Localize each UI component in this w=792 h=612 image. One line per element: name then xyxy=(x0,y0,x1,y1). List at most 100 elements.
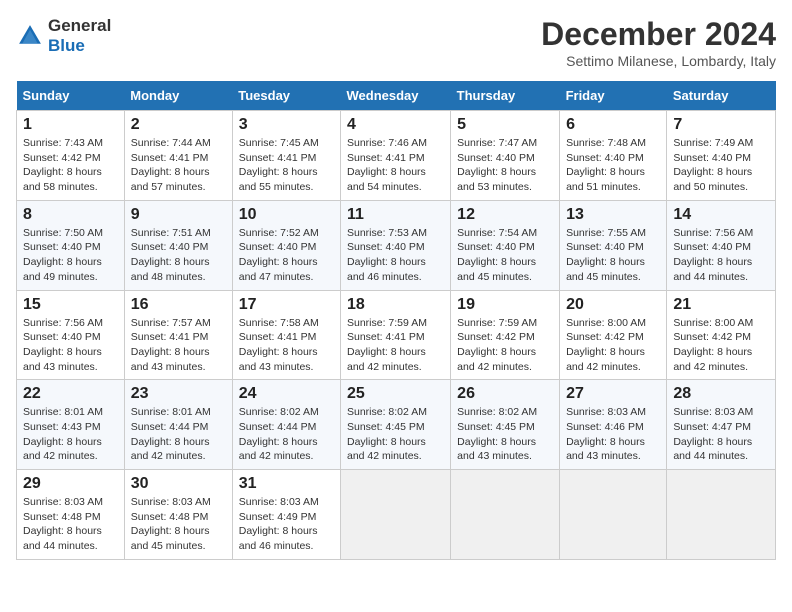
day-info: Sunrise: 7:52 AMSunset: 4:40 PMDaylight:… xyxy=(239,226,334,285)
calendar-cell: 31 Sunrise: 8:03 AMSunset: 4:49 PMDayligh… xyxy=(232,470,340,560)
day-number: 28 xyxy=(673,385,769,403)
month-title: December 2024 xyxy=(541,16,776,53)
day-number: 10 xyxy=(239,206,334,224)
day-info: Sunrise: 8:03 AMSunset: 4:48 PMDaylight:… xyxy=(131,495,226,554)
day-number: 21 xyxy=(673,296,769,314)
calendar-cell: 14Sunrise: 7:56 AMSunset: 4:40 PMDayligh… xyxy=(667,200,776,290)
day-info: Sunrise: 8:00 AMSunset: 4:42 PMDaylight:… xyxy=(673,316,769,375)
calendar-cell xyxy=(560,470,667,560)
day-number: 26 xyxy=(457,385,553,403)
calendar-cell: 16 Sunrise: 7:57 AMSunset: 4:41 PMDayligh… xyxy=(124,290,232,380)
day-number: 24 xyxy=(239,385,334,403)
day-info: Sunrise: 7:58 AMSunset: 4:41 PMDaylight:… xyxy=(239,316,334,375)
calendar-cell: 27 Sunrise: 8:03 AMSunset: 4:46 PMDayligh… xyxy=(560,380,667,470)
calendar-cell: 29 Sunrise: 8:03 AMSunset: 4:48 PMDayligh… xyxy=(17,470,125,560)
day-info: Sunrise: 7:48 AMSunset: 4:40 PMDaylight:… xyxy=(566,136,660,195)
calendar-cell: 22 Sunrise: 8:01 AMSunset: 4:43 PMDayligh… xyxy=(17,380,125,470)
page-header: General Blue December 2024 Settimo Milan… xyxy=(16,16,776,69)
day-number: 22 xyxy=(23,385,118,403)
day-number: 2 xyxy=(131,116,226,134)
day-info: Sunrise: 8:03 AMSunset: 4:47 PMDaylight:… xyxy=(673,405,769,464)
calendar-week-3: 15Sunrise: 7:56 AMSunset: 4:40 PMDayligh… xyxy=(17,290,776,380)
calendar-week-1: 1 Sunrise: 7:43 AMSunset: 4:42 PMDaylight… xyxy=(17,111,776,201)
header-sunday: Sunday xyxy=(17,81,125,111)
calendar-cell: 5 Sunrise: 7:47 AMSunset: 4:40 PMDaylight… xyxy=(451,111,560,201)
day-info: Sunrise: 7:47 AMSunset: 4:40 PMDaylight:… xyxy=(457,136,553,195)
day-number: 9 xyxy=(131,206,226,224)
calendar-week-4: 22 Sunrise: 8:01 AMSunset: 4:43 PMDayligh… xyxy=(17,380,776,470)
calendar-cell: 3 Sunrise: 7:45 AMSunset: 4:41 PMDaylight… xyxy=(232,111,340,201)
calendar-cell: 2 Sunrise: 7:44 AMSunset: 4:41 PMDaylight… xyxy=(124,111,232,201)
day-info: Sunrise: 8:00 AMSunset: 4:42 PMDaylight:… xyxy=(566,316,660,375)
day-info: Sunrise: 7:51 AMSunset: 4:40 PMDaylight:… xyxy=(131,226,226,285)
calendar-cell xyxy=(667,470,776,560)
day-info: Sunrise: 8:01 AMSunset: 4:44 PMDaylight:… xyxy=(131,405,226,464)
logo-text: General Blue xyxy=(48,16,111,56)
calendar-cell: 20Sunrise: 8:00 AMSunset: 4:42 PMDayligh… xyxy=(560,290,667,380)
calendar-cell: 17 Sunrise: 7:58 AMSunset: 4:41 PMDayligh… xyxy=(232,290,340,380)
day-number: 14 xyxy=(673,206,769,224)
calendar-cell: 18Sunrise: 7:59 AMSunset: 4:41 PMDayligh… xyxy=(340,290,450,380)
day-number: 11 xyxy=(347,206,444,224)
day-number: 27 xyxy=(566,385,660,403)
day-number: 12 xyxy=(457,206,553,224)
day-info: Sunrise: 7:43 AMSunset: 4:42 PMDaylight:… xyxy=(23,136,118,195)
day-number: 1 xyxy=(23,116,118,134)
day-info: Sunrise: 7:44 AMSunset: 4:41 PMDaylight:… xyxy=(131,136,226,195)
day-info: Sunrise: 7:49 AMSunset: 4:40 PMDaylight:… xyxy=(673,136,769,195)
day-number: 19 xyxy=(457,296,553,314)
day-number: 3 xyxy=(239,116,334,134)
calendar-cell xyxy=(340,470,450,560)
calendar-week-2: 8Sunrise: 7:50 AMSunset: 4:40 PMDaylight… xyxy=(17,200,776,290)
day-number: 30 xyxy=(131,475,226,493)
calendar-cell: 23 Sunrise: 8:01 AMSunset: 4:44 PMDayligh… xyxy=(124,380,232,470)
calendar-cell: 1 Sunrise: 7:43 AMSunset: 4:42 PMDaylight… xyxy=(17,111,125,201)
calendar-cell: 6Sunrise: 7:48 AMSunset: 4:40 PMDaylight… xyxy=(560,111,667,201)
day-info: Sunrise: 7:53 AMSunset: 4:40 PMDaylight:… xyxy=(347,226,444,285)
day-number: 8 xyxy=(23,206,118,224)
day-info: Sunrise: 8:03 AMSunset: 4:49 PMDaylight:… xyxy=(239,495,334,554)
calendar-cell: 15Sunrise: 7:56 AMSunset: 4:40 PMDayligh… xyxy=(17,290,125,380)
day-number: 23 xyxy=(131,385,226,403)
header-friday: Friday xyxy=(560,81,667,111)
day-number: 16 xyxy=(131,296,226,314)
header-saturday: Saturday xyxy=(667,81,776,111)
day-info: Sunrise: 7:45 AMSunset: 4:41 PMDaylight:… xyxy=(239,136,334,195)
day-info: Sunrise: 8:03 AMSunset: 4:46 PMDaylight:… xyxy=(566,405,660,464)
day-info: Sunrise: 7:57 AMSunset: 4:41 PMDaylight:… xyxy=(131,316,226,375)
location: Settimo Milanese, Lombardy, Italy xyxy=(541,53,776,69)
calendar-cell: 21 Sunrise: 8:00 AMSunset: 4:42 PMDayligh… xyxy=(667,290,776,380)
day-info: Sunrise: 8:02 AMSunset: 4:45 PMDaylight:… xyxy=(347,405,444,464)
calendar-cell: 4Sunrise: 7:46 AMSunset: 4:41 PMDaylight… xyxy=(340,111,450,201)
day-info: Sunrise: 7:46 AMSunset: 4:41 PMDaylight:… xyxy=(347,136,444,195)
day-number: 5 xyxy=(457,116,553,134)
calendar-cell: 12Sunrise: 7:54 AMSunset: 4:40 PMDayligh… xyxy=(451,200,560,290)
calendar-header-row: SundayMondayTuesdayWednesdayThursdayFrid… xyxy=(17,81,776,111)
calendar-cell: 8Sunrise: 7:50 AMSunset: 4:40 PMDaylight… xyxy=(17,200,125,290)
day-info: Sunrise: 8:01 AMSunset: 4:43 PMDaylight:… xyxy=(23,405,118,464)
calendar-cell: 24 Sunrise: 8:02 AMSunset: 4:44 PMDayligh… xyxy=(232,380,340,470)
calendar-cell: 7 Sunrise: 7:49 AMSunset: 4:40 PMDaylight… xyxy=(667,111,776,201)
title-area: December 2024 Settimo Milanese, Lombardy… xyxy=(541,16,776,69)
day-info: Sunrise: 8:03 AMSunset: 4:48 PMDaylight:… xyxy=(23,495,118,554)
day-number: 29 xyxy=(23,475,118,493)
day-info: Sunrise: 8:02 AMSunset: 4:44 PMDaylight:… xyxy=(239,405,334,464)
calendar-cell: 10 Sunrise: 7:52 AMSunset: 4:40 PMDayligh… xyxy=(232,200,340,290)
day-number: 31 xyxy=(239,475,334,493)
day-info: Sunrise: 8:02 AMSunset: 4:45 PMDaylight:… xyxy=(457,405,553,464)
calendar-cell: 30 Sunrise: 8:03 AMSunset: 4:48 PMDayligh… xyxy=(124,470,232,560)
day-number: 7 xyxy=(673,116,769,134)
header-tuesday: Tuesday xyxy=(232,81,340,111)
header-monday: Monday xyxy=(124,81,232,111)
day-info: Sunrise: 7:59 AMSunset: 4:41 PMDaylight:… xyxy=(347,316,444,375)
day-number: 17 xyxy=(239,296,334,314)
calendar-table: SundayMondayTuesdayWednesdayThursdayFrid… xyxy=(16,81,776,560)
day-info: Sunrise: 7:55 AMSunset: 4:40 PMDaylight:… xyxy=(566,226,660,285)
header-wednesday: Wednesday xyxy=(340,81,450,111)
calendar-cell: 26 Sunrise: 8:02 AMSunset: 4:45 PMDayligh… xyxy=(451,380,560,470)
calendar-cell: 9 Sunrise: 7:51 AMSunset: 4:40 PMDaylight… xyxy=(124,200,232,290)
calendar-cell: 19 Sunrise: 7:59 AMSunset: 4:42 PMDayligh… xyxy=(451,290,560,380)
day-info: Sunrise: 7:59 AMSunset: 4:42 PMDaylight:… xyxy=(457,316,553,375)
calendar-cell: 11 Sunrise: 7:53 AMSunset: 4:40 PMDayligh… xyxy=(340,200,450,290)
calendar-cell: 13Sunrise: 7:55 AMSunset: 4:40 PMDayligh… xyxy=(560,200,667,290)
